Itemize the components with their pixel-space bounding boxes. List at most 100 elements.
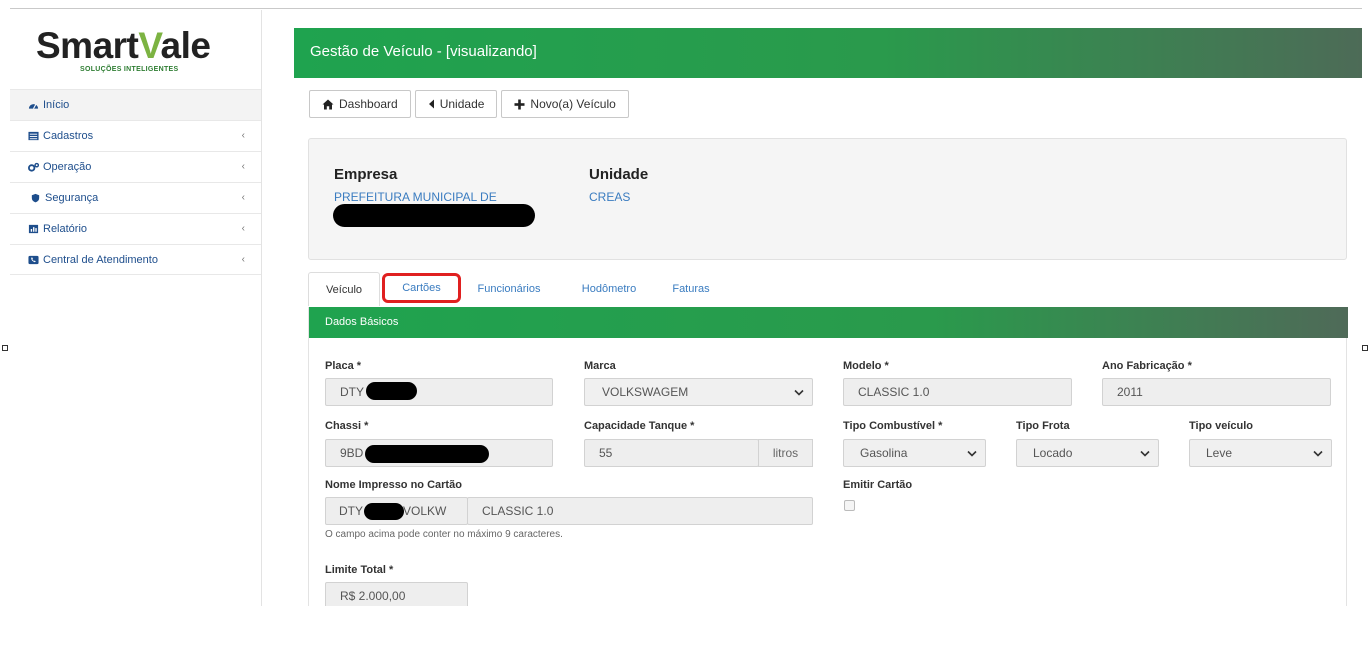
nome-impresso-field[interactable]: CLASSIC 1.0 xyxy=(467,497,813,525)
capacidade-tanque-label: Capacidade Tanque * xyxy=(584,420,695,432)
marca-label: Marca xyxy=(584,360,616,372)
placa-field[interactable]: DTY xyxy=(325,378,553,406)
modelo-label: Modelo * xyxy=(843,360,889,372)
chevron-left-icon: ‹ xyxy=(241,161,245,172)
empresa-value[interactable]: PREFEITURA MUNICIPAL DE xyxy=(334,190,497,204)
tab-cartoes[interactable]: Cartões xyxy=(382,273,461,303)
list-icon xyxy=(28,131,39,141)
toolbar: Dashboard Unidade Novo(a) Veículo xyxy=(309,90,629,118)
chevron-down-icon xyxy=(794,389,804,396)
section-title: Dados Básicos xyxy=(309,307,1348,338)
chevron-left-icon: ‹ xyxy=(241,130,245,141)
tab-veiculo[interactable]: Veículo xyxy=(308,272,380,306)
resize-handle-right[interactable] xyxy=(1362,345,1368,351)
redaction-mark xyxy=(364,503,404,520)
window-top-border xyxy=(10,8,1362,9)
limite-total-value: R$ 2.000,00 xyxy=(340,589,406,603)
sidebar-item-label: Relatório xyxy=(43,223,88,235)
page-header: Gestão de Veículo - [visualizando] xyxy=(294,28,1362,78)
chevron-down-icon xyxy=(1313,450,1323,457)
sidebar-item-operacao[interactable]: Operação ‹ xyxy=(10,151,261,182)
tab-funcionarios[interactable]: Funcionários xyxy=(472,272,546,306)
modelo-field[interactable]: CLASSIC 1.0 xyxy=(843,378,1072,406)
plus-icon xyxy=(514,99,525,109)
modelo-value: CLASSIC 1.0 xyxy=(858,385,930,399)
caret-left-icon xyxy=(428,99,434,109)
chevron-down-icon xyxy=(967,450,977,457)
chassi-value: 9BD xyxy=(340,446,364,460)
logo-tagline: SOLUÇÕES INTELIGENTES xyxy=(80,66,179,73)
shield-icon xyxy=(31,193,40,203)
ano-fabricacao-value: 2011 xyxy=(1117,385,1143,399)
info-panel: Empresa PREFEITURA MUNICIPAL DE Unidade … xyxy=(308,138,1347,260)
sidebar-item-seguranca[interactable]: Segurança ‹ xyxy=(10,182,261,213)
novo-veiculo-button[interactable]: Novo(a) Veículo xyxy=(501,90,629,118)
tipo-frota-select[interactable]: Locado xyxy=(1016,439,1159,467)
sidebar: SmartVale SOLUÇÕES INTELIGENTES Início C… xyxy=(10,10,262,606)
logo-wordmark: SmartVale xyxy=(36,25,211,66)
redaction-mark xyxy=(333,204,535,227)
tipo-veiculo-value: Leve xyxy=(1206,446,1233,460)
sidebar-item-inicio[interactable]: Início xyxy=(10,89,261,120)
ano-fabricacao-label: Ano Fabricação * xyxy=(1102,360,1192,372)
phone-icon xyxy=(28,255,39,264)
litros-addon: litros xyxy=(758,439,813,467)
dashboard-icon xyxy=(28,104,39,109)
capacidade-tanque-field[interactable]: 55 xyxy=(584,439,759,467)
dados-basicos-panel: Dados Básicos Placa * DTY Marca VOLKSWAG… xyxy=(308,307,1348,606)
chassi-label: Chassi * xyxy=(325,420,369,432)
marca-select[interactable]: VOLKSWAGEM xyxy=(584,378,813,406)
sidebar-item-label: Operação xyxy=(43,161,92,173)
tipo-frota-value: Locado xyxy=(1033,446,1073,460)
limite-total-label: Limite Total * xyxy=(325,564,394,576)
tipo-combustivel-select[interactable]: Gasolina xyxy=(843,439,986,467)
dashboard-button-label: Dashboard xyxy=(339,97,398,111)
redaction-mark xyxy=(365,445,489,463)
empresa-label: Empresa xyxy=(334,166,398,183)
marca-value: VOLKSWAGEM xyxy=(602,385,689,399)
app-window: SmartVale SOLUÇÕES INTELIGENTES Início C… xyxy=(10,10,1362,606)
tab-faturas[interactable]: Faturas xyxy=(668,272,714,306)
unidade-label: Unidade xyxy=(589,166,649,183)
sidebar-item-label: Segurança xyxy=(45,192,99,204)
chevron-down-icon xyxy=(1140,450,1150,457)
emitir-cartao-checkbox[interactable] xyxy=(844,500,855,511)
emitir-cartao-label: Emitir Cartão xyxy=(843,479,913,491)
unidade-button[interactable]: Unidade xyxy=(414,90,498,118)
chevron-left-icon: ‹ xyxy=(241,223,245,234)
smartvale-logo[interactable]: SmartVale SOLUÇÕES INTELIGENTES xyxy=(36,26,246,86)
tipo-veiculo-label: Tipo veículo xyxy=(1189,420,1253,432)
page-title: Gestão de Veículo - [visualizando] xyxy=(310,43,537,60)
tipo-combustivel-label: Tipo Combustível * xyxy=(843,420,943,432)
nome-impresso-help: O campo acima pode conter no máximo 9 ca… xyxy=(325,529,563,540)
cogs-icon xyxy=(28,162,39,172)
limite-total-field[interactable]: R$ 2.000,00 xyxy=(325,582,468,606)
unidade-value[interactable]: CREAS xyxy=(589,190,630,204)
novo-veiculo-button-label: Novo(a) Veículo xyxy=(530,97,616,111)
placa-label: Placa * xyxy=(325,360,362,372)
tipo-veiculo-select[interactable]: Leve xyxy=(1189,439,1332,467)
nome-impresso-part-b: VOLKW xyxy=(403,504,447,518)
sidebar-item-label: Central de Atendimento xyxy=(43,253,158,266)
chevron-left-icon: ‹ xyxy=(241,192,245,203)
tipo-combustivel-value: Gasolina xyxy=(860,446,908,460)
ano-fabricacao-field[interactable]: 2011 xyxy=(1102,378,1331,406)
sidebar-item-relatorio[interactable]: Relatório ‹ xyxy=(10,213,261,244)
unidade-button-label: Unidade xyxy=(439,97,485,111)
report-icon xyxy=(28,224,39,234)
nome-impresso-part-c: CLASSIC 1.0 xyxy=(482,504,554,518)
sidebar-item-central-atendimento[interactable]: Central de Atendimento ‹ xyxy=(10,244,261,275)
sidebar-nav: Início Cadastros ‹ Operação ‹ Segurança … xyxy=(10,89,261,275)
chevron-left-icon: ‹ xyxy=(241,254,245,265)
tab-bar: Veículo Cartões Funcionários Hodômetro F… xyxy=(308,272,1348,306)
nome-impresso-part-a: DTY xyxy=(339,504,363,518)
sidebar-item-label: Início xyxy=(43,99,70,111)
redaction-mark xyxy=(366,382,417,400)
placa-value: DTY xyxy=(340,385,364,399)
sidebar-item-cadastros[interactable]: Cadastros ‹ xyxy=(10,120,261,151)
nome-impresso-label: Nome Impresso no Cartão xyxy=(325,479,462,491)
resize-handle-left[interactable] xyxy=(2,345,8,351)
dashboard-button[interactable]: Dashboard xyxy=(309,90,411,118)
tab-hodometro[interactable]: Hodômetro xyxy=(576,272,642,306)
tipo-frota-label: Tipo Frota xyxy=(1016,420,1070,432)
